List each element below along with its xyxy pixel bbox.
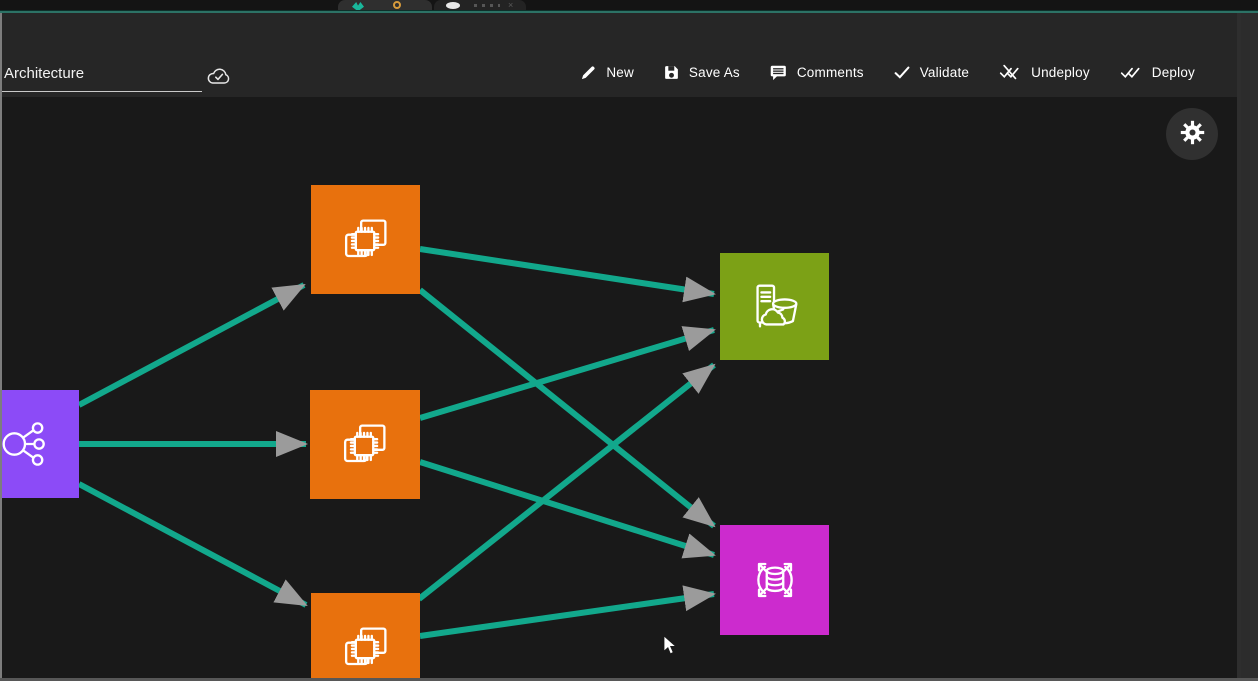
vertical-scrollbar[interactable] [1237, 13, 1258, 681]
deploy-button[interactable]: Deploy [1119, 64, 1195, 80]
gear-icon [1179, 119, 1206, 149]
window-left-border [0, 13, 2, 678]
validate-label: Validate [920, 65, 969, 80]
connection-load-balancer-to-compute-3[interactable] [79, 484, 306, 605]
canvas-settings-button[interactable] [1166, 108, 1218, 160]
new-button[interactable]: New [580, 64, 634, 81]
app-logo-icon [352, 2, 364, 10]
undeploy-label: Undeploy [1031, 65, 1090, 80]
save-as-label: Save As [689, 65, 740, 80]
deploy-label: Deploy [1152, 65, 1195, 80]
connection-load-balancer-to-compute-1[interactable] [79, 285, 304, 405]
toolbar: New Save As Comments Validate Undeploy Deploy [580, 58, 1195, 86]
connection-compute-3-to-storage[interactable] [419, 365, 714, 599]
app-window: × New Save As Comments Validate Undeploy Depl… [0, 0, 1258, 681]
diagram-title-input[interactable] [2, 63, 202, 92]
pencil-icon [580, 64, 597, 81]
database-scale-icon [744, 549, 806, 611]
comments-button[interactable]: Comments [769, 64, 864, 81]
connection-compute-1-to-storage[interactable] [420, 249, 714, 294]
comment-icon [769, 64, 788, 81]
header: New Save As Comments Validate Undeploy Deploy [0, 13, 1237, 97]
node-compute-3[interactable] [311, 593, 420, 678]
node-database[interactable] [720, 525, 829, 635]
close-icon[interactable]: × [508, 1, 516, 9]
connection-compute-3-to-database[interactable] [420, 594, 714, 636]
ec2-icon [335, 617, 397, 679]
load-balancer-icon [0, 413, 56, 475]
connection-layer [0, 97, 1237, 678]
save-icon [663, 64, 680, 81]
undeploy-button[interactable]: Undeploy [998, 64, 1090, 80]
comments-label: Comments [797, 65, 864, 80]
validate-button[interactable]: Validate [893, 65, 969, 80]
double-check-icon [1119, 64, 1143, 80]
ec2-icon [334, 414, 396, 476]
node-compute-1[interactable] [311, 185, 420, 294]
storage-bucket-icon [744, 276, 806, 338]
node-compute-2[interactable] [310, 390, 420, 499]
double-check-slash-icon [998, 64, 1022, 80]
top-tab-1[interactable] [338, 0, 432, 10]
top-tab-2[interactable]: × [434, 0, 526, 10]
node-storage[interactable] [720, 253, 829, 360]
connection-compute-1-to-database[interactable] [420, 290, 714, 526]
connection-compute-2-to-database[interactable] [420, 462, 714, 555]
check-icon [893, 65, 911, 80]
top-tab-bar: × [0, 0, 1258, 10]
node-load-balancer[interactable] [0, 390, 79, 498]
oval-badge-icon [446, 2, 460, 9]
new-label: New [606, 65, 634, 80]
clock-badge-icon [393, 1, 401, 9]
diagram-canvas[interactable] [0, 97, 1237, 678]
mouse-cursor [663, 635, 678, 656]
save-as-button[interactable]: Save As [663, 64, 740, 81]
ec2-icon [335, 209, 397, 271]
dots-icon [474, 4, 500, 7]
cloud-check-icon [206, 66, 232, 92]
